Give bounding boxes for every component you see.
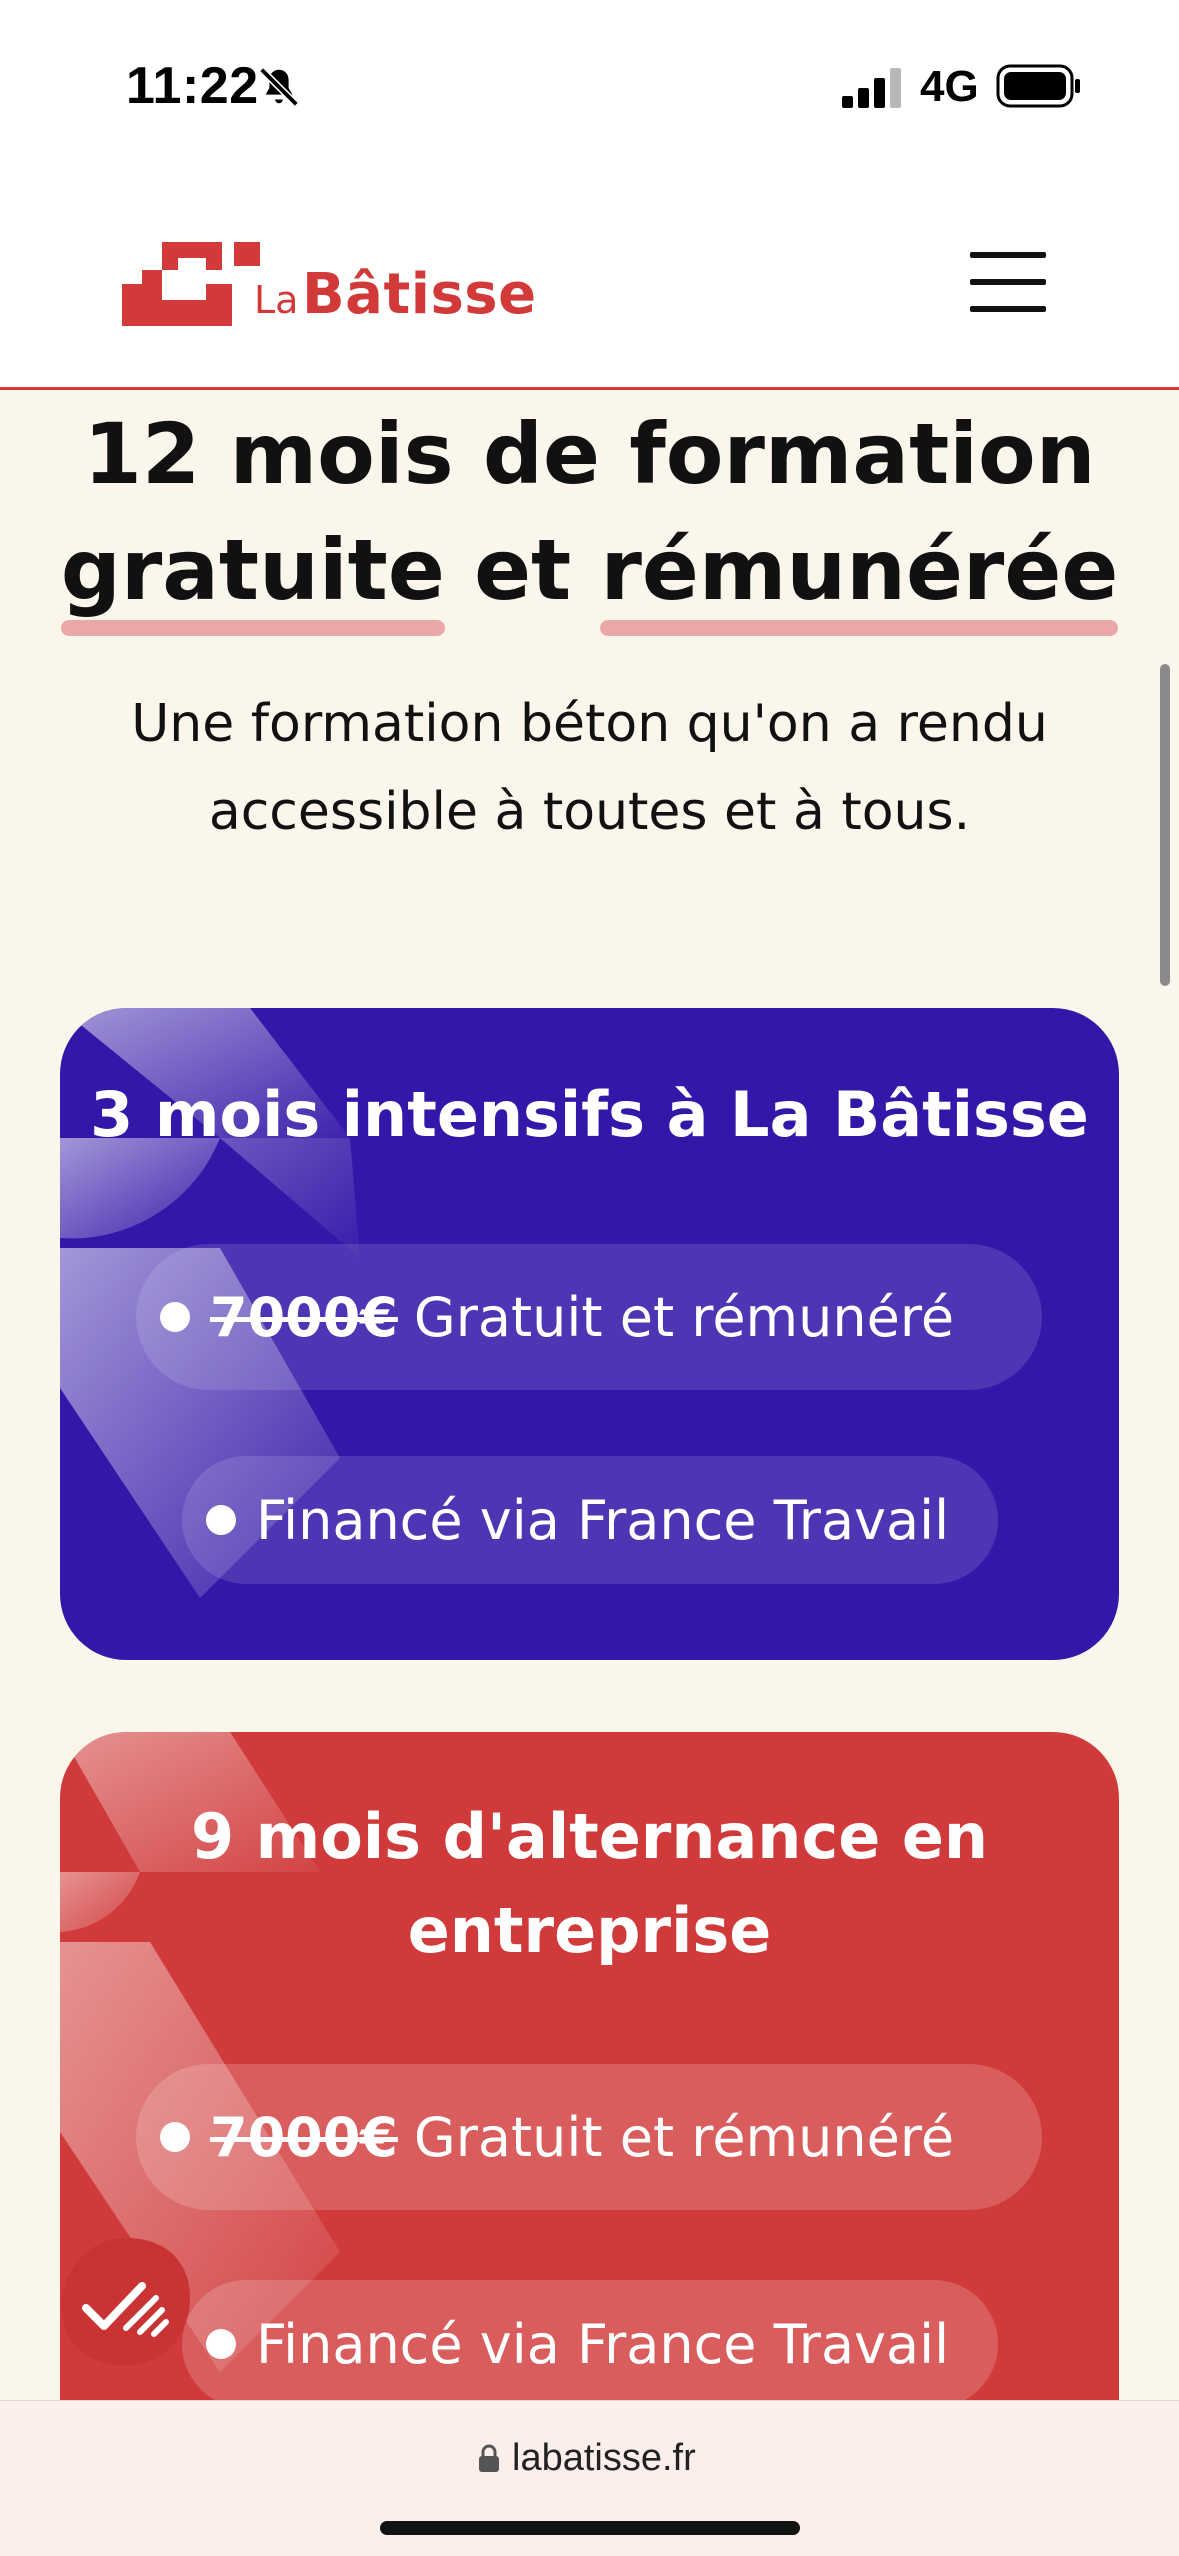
price-pill: 7000€ Gratuit et rémunéré xyxy=(136,2064,1042,2210)
chat-widget-button[interactable] xyxy=(56,2232,196,2372)
browser-url-bar[interactable]: labatisse.fr xyxy=(0,2400,1179,2556)
price-text: Gratuit et rémunéré xyxy=(413,1285,955,1349)
battery-icon xyxy=(996,64,1080,108)
network-label: 4G xyxy=(920,62,979,111)
hamburger-icon-line xyxy=(970,279,1046,285)
highlight-remuneree: rémunérée xyxy=(600,512,1118,636)
status-bar: 11:22 4G xyxy=(0,0,1179,170)
hero-title: 12 mois de formation gratuite et rémunér… xyxy=(0,396,1179,636)
hero-title-line1: 12 mois de formation xyxy=(83,405,1096,503)
scrollbar-thumb[interactable] xyxy=(1160,664,1170,986)
home-indicator[interactable] xyxy=(380,2521,800,2535)
bullet-dot xyxy=(206,1505,236,1535)
site-header: La Bâtisse xyxy=(0,170,1179,390)
bullet-dot xyxy=(206,2329,236,2359)
logo-text: Bâtisse xyxy=(302,262,537,327)
bullet-dot xyxy=(160,2122,190,2152)
price-pill: 7000€ Gratuit et rémunéré xyxy=(136,1244,1042,1390)
highlight-gratuite: gratuite xyxy=(60,512,445,636)
url-text[interactable]: labatisse.fr xyxy=(512,2437,696,2480)
bell-off-icon xyxy=(259,67,299,107)
price-text: Gratuit et rémunéré xyxy=(413,2105,955,2169)
signal-icon xyxy=(842,68,901,108)
old-price: 7000€ xyxy=(210,1285,398,1349)
hamburger-icon-line xyxy=(970,252,1046,258)
funding-pill: Financé via France Travail xyxy=(182,1456,998,1584)
card-title: 9 mois d'alternance en entreprise xyxy=(190,1800,989,1967)
hero-title-et: et xyxy=(474,521,572,619)
status-time: 11:22 xyxy=(126,57,259,115)
funding-pill: Financé via France Travail xyxy=(182,2280,998,2408)
old-price: 7000€ xyxy=(210,2105,398,2169)
funding-text: Financé via France Travail xyxy=(256,2312,950,2376)
hero-subtitle: Une formation béton qu'on a rendu access… xyxy=(131,694,1048,842)
hamburger-icon-line xyxy=(970,306,1046,312)
funding-text: Financé via France Travail xyxy=(256,1488,950,1552)
hamburger-menu-button[interactable] xyxy=(970,252,1046,312)
card-title: 3 mois intensifs à La Bâtisse xyxy=(90,1078,1089,1151)
bullet-dot xyxy=(160,1302,190,1332)
card-intensive: 3 mois intensifs à La Bâtisse 7000€ Grat… xyxy=(60,1008,1119,1660)
hero-title-line2: gratuite et rémunérée xyxy=(0,512,1179,636)
logo-mark-icon[interactable] xyxy=(122,240,260,326)
logo-text-small: La xyxy=(254,278,299,322)
lock-icon xyxy=(479,2444,499,2472)
